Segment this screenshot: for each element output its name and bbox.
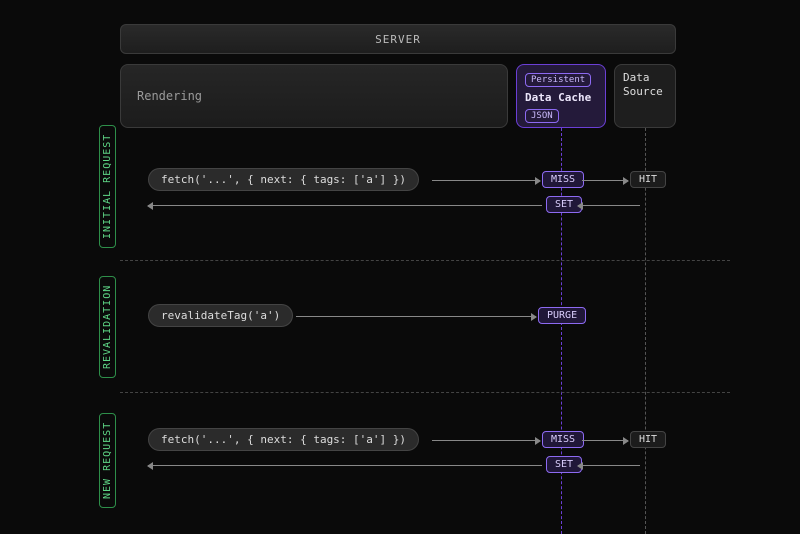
hit-badge-initial: HIT — [630, 171, 666, 188]
rendering-box: Rendering — [120, 64, 508, 128]
arrow-cache-to-source-new — [582, 440, 628, 441]
cache-lifeline — [561, 128, 562, 534]
arrow-cache-to-rendering-initial — [148, 205, 542, 206]
arrow-revalidate-to-cache — [296, 316, 536, 317]
separator-1 — [120, 260, 730, 261]
separator-2 — [120, 392, 730, 393]
source-lifeline — [645, 128, 646, 534]
arrow-cache-to-source-initial — [582, 180, 628, 181]
miss-badge-new: MISS — [542, 431, 584, 448]
purge-badge: PURGE — [538, 307, 586, 324]
json-badge: JSON — [525, 109, 559, 123]
diagram-canvas: SERVER Rendering Persistent Data Cache J… — [0, 0, 800, 534]
data-cache-box: Persistent Data Cache JSON — [516, 64, 606, 128]
arrow-fetch-to-cache-new — [432, 440, 540, 441]
section-label-new: NEW REQUEST — [99, 413, 116, 508]
arrow-source-to-cache-initial — [578, 205, 640, 206]
data-source-box: Data Source — [614, 64, 676, 128]
section-label-initial: INITIAL REQUEST — [99, 125, 116, 248]
arrow-cache-to-rendering-new — [148, 465, 542, 466]
revalidate-call: revalidateTag('a') — [148, 304, 293, 327]
arrow-source-to-cache-new — [578, 465, 640, 466]
hit-badge-new: HIT — [630, 431, 666, 448]
section-label-revalidation: REVALIDATION — [99, 276, 116, 378]
server-header: SERVER — [120, 24, 676, 54]
rendering-label: Rendering — [137, 89, 202, 103]
arrow-fetch-to-cache-initial — [432, 180, 540, 181]
fetch-call-initial: fetch('...', { next: { tags: ['a'] }) — [148, 168, 419, 191]
miss-badge-initial: MISS — [542, 171, 584, 188]
persistent-badge: Persistent — [525, 73, 591, 87]
data-cache-title: Data Cache — [525, 91, 597, 105]
fetch-call-new: fetch('...', { next: { tags: ['a'] }) — [148, 428, 419, 451]
